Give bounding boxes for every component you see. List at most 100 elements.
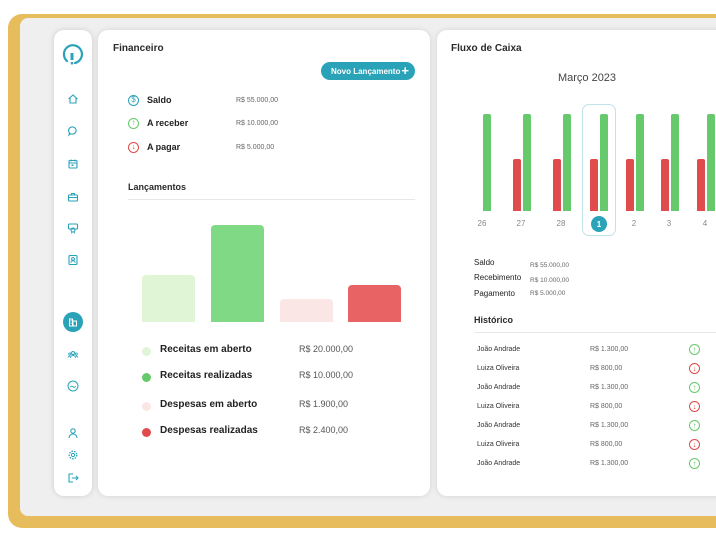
arrow-up-icon: ↑ bbox=[689, 458, 700, 469]
historico-value: R$ 800,00 bbox=[590, 365, 623, 372]
legend-value: R$ 2.400,00 bbox=[299, 425, 349, 435]
divider bbox=[474, 332, 716, 333]
day-label[interactable]: 27 bbox=[511, 219, 531, 228]
arrow-up-icon: ↑ bbox=[689, 382, 700, 393]
finance-icon[interactable] bbox=[54, 313, 92, 331]
legend-value: R$ 10.000,00 bbox=[299, 370, 354, 380]
legend-label: Despesas realizadas bbox=[160, 425, 258, 436]
historico-row[interactable]: João Andrade R$ 1.300,00 ↑ bbox=[477, 382, 707, 396]
divider bbox=[128, 199, 415, 200]
historico-name: João Andrade bbox=[477, 384, 521, 391]
historico-row[interactable]: João Andrade R$ 1.300,00 ↑ bbox=[477, 344, 707, 358]
flux-summary-value: R$ 5.000,00 bbox=[530, 290, 566, 297]
arrow-up-icon: ↑ bbox=[689, 344, 700, 355]
legend-label: Receitas realizadas bbox=[160, 370, 253, 381]
expense-bar bbox=[590, 159, 598, 211]
bar-despesas-em-aberto bbox=[280, 299, 333, 322]
flux-summary-value: R$ 55.000,00 bbox=[530, 262, 570, 269]
day-label[interactable]: 28 bbox=[551, 219, 571, 228]
gear-icon[interactable] bbox=[54, 446, 92, 464]
arrow-down-icon: ↓ bbox=[689, 439, 700, 450]
novo-lancamento-button[interactable]: Novo Lançamento + bbox=[321, 62, 415, 80]
historico-value: R$ 1.300,00 bbox=[590, 384, 629, 391]
briefcase-icon[interactable] bbox=[54, 188, 92, 206]
fluxo-title: Fluxo de Caixa bbox=[451, 43, 522, 54]
income-bar bbox=[523, 114, 531, 211]
summary-label: Saldo bbox=[147, 95, 172, 105]
sidebar bbox=[54, 30, 92, 496]
arrow-down-icon: ↓ bbox=[689, 363, 700, 374]
financeiro-title: Financeiro bbox=[113, 43, 164, 54]
historico-row[interactable]: Luiza Oliveira R$ 800,00 ↓ bbox=[477, 439, 707, 453]
contact-card-icon[interactable] bbox=[54, 251, 92, 269]
legend-dot bbox=[142, 347, 151, 356]
historico-name: João Andrade bbox=[477, 460, 521, 467]
day-label[interactable]: 4 bbox=[695, 219, 715, 228]
selected-day[interactable]: 1 bbox=[591, 216, 607, 232]
income-bar bbox=[563, 114, 571, 211]
fluxo-de-caixa-card: Fluxo de Caixa Março 2023 26 27 28 1 2 3… bbox=[437, 30, 716, 496]
legend-dot bbox=[142, 428, 151, 437]
day-label[interactable]: 3 bbox=[659, 219, 679, 228]
income-bar bbox=[636, 114, 644, 211]
historico-value: R$ 800,00 bbox=[590, 403, 623, 410]
historico-value: R$ 1.300,00 bbox=[590, 460, 629, 467]
flux-summary-label: Pagamento bbox=[474, 289, 515, 298]
chat-icon[interactable] bbox=[54, 122, 92, 140]
historico-name: João Andrade bbox=[477, 422, 521, 429]
historico-row[interactable]: João Andrade R$ 1.300,00 ↑ bbox=[477, 420, 707, 434]
historico-name: Luiza Oliveira bbox=[477, 403, 520, 410]
summary-value: R$ 5.000,00 bbox=[236, 143, 275, 151]
historico-value: R$ 800,00 bbox=[590, 441, 623, 448]
summary-value: R$ 10.000,00 bbox=[236, 119, 279, 127]
logout-icon[interactable] bbox=[54, 469, 92, 487]
legend-value: R$ 20.000,00 bbox=[299, 344, 354, 354]
summary-label: A receber bbox=[147, 118, 189, 128]
lancamentos-title: Lançamentos bbox=[128, 182, 187, 192]
team-icon[interactable] bbox=[54, 346, 92, 364]
legend-value: R$ 1.900,00 bbox=[299, 399, 349, 409]
income-bar bbox=[483, 114, 491, 211]
legend-label: Receitas em aberto bbox=[160, 344, 252, 355]
summary-a-pagar: ↓ A pagar R$ 5.000,00 bbox=[128, 140, 274, 154]
summary-label: A pagar bbox=[147, 142, 181, 152]
certificate-icon[interactable] bbox=[54, 219, 92, 237]
app-logo-icon bbox=[62, 44, 84, 65]
bar-receitas-realizadas bbox=[211, 225, 264, 322]
calendar-icon[interactable] bbox=[54, 155, 92, 173]
dollar-icon: $ bbox=[128, 94, 139, 106]
flux-summary-label: Recebimento bbox=[474, 273, 522, 282]
arrow-up-icon: ↑ bbox=[128, 117, 139, 129]
income-bar bbox=[600, 114, 608, 211]
summary-value: R$ 55.000,00 bbox=[236, 96, 279, 104]
expense-bar bbox=[553, 159, 561, 211]
arrow-up-icon: ↑ bbox=[689, 420, 700, 431]
historico-name: Luiza Oliveira bbox=[477, 441, 520, 448]
legend-label: Despesas em aberto bbox=[160, 399, 258, 410]
bar-despesas-realizadas bbox=[348, 285, 401, 322]
historico-row[interactable]: Luiza Oliveira R$ 800,00 ↓ bbox=[477, 401, 707, 415]
month-label[interactable]: Março 2023 bbox=[437, 72, 716, 84]
flux-summary-value: R$ 10.000,00 bbox=[530, 277, 570, 284]
legend-dot bbox=[142, 373, 151, 382]
day-label[interactable]: 26 bbox=[472, 219, 492, 228]
arrow-down-icon: ↓ bbox=[689, 401, 700, 412]
user-icon[interactable] bbox=[54, 424, 92, 442]
flux-summary-label: Saldo bbox=[474, 258, 495, 267]
plus-icon: + bbox=[401, 63, 409, 78]
home-icon[interactable] bbox=[54, 90, 92, 108]
handshake-icon[interactable] bbox=[54, 377, 92, 395]
expense-bar bbox=[697, 159, 705, 211]
income-bar bbox=[707, 114, 715, 211]
bar-receitas-em-aberto bbox=[142, 275, 195, 322]
historico-value: R$ 1.300,00 bbox=[590, 346, 629, 353]
day-label[interactable]: 2 bbox=[624, 219, 644, 228]
historico-row[interactable]: João Andrade R$ 1.300,00 ↑ bbox=[477, 458, 707, 472]
historico-name: João Andrade bbox=[477, 346, 521, 353]
historico-name: Luiza Oliveira bbox=[477, 365, 520, 372]
summary-saldo: $ Saldo R$ 55.000,00 bbox=[128, 93, 278, 107]
historico-row[interactable]: Luiza Oliveira R$ 800,00 ↓ bbox=[477, 363, 707, 377]
legend-dot bbox=[142, 402, 151, 411]
summary-a-receber: ↑ A receber R$ 10.000,00 bbox=[128, 116, 278, 130]
expense-bar bbox=[513, 159, 521, 211]
